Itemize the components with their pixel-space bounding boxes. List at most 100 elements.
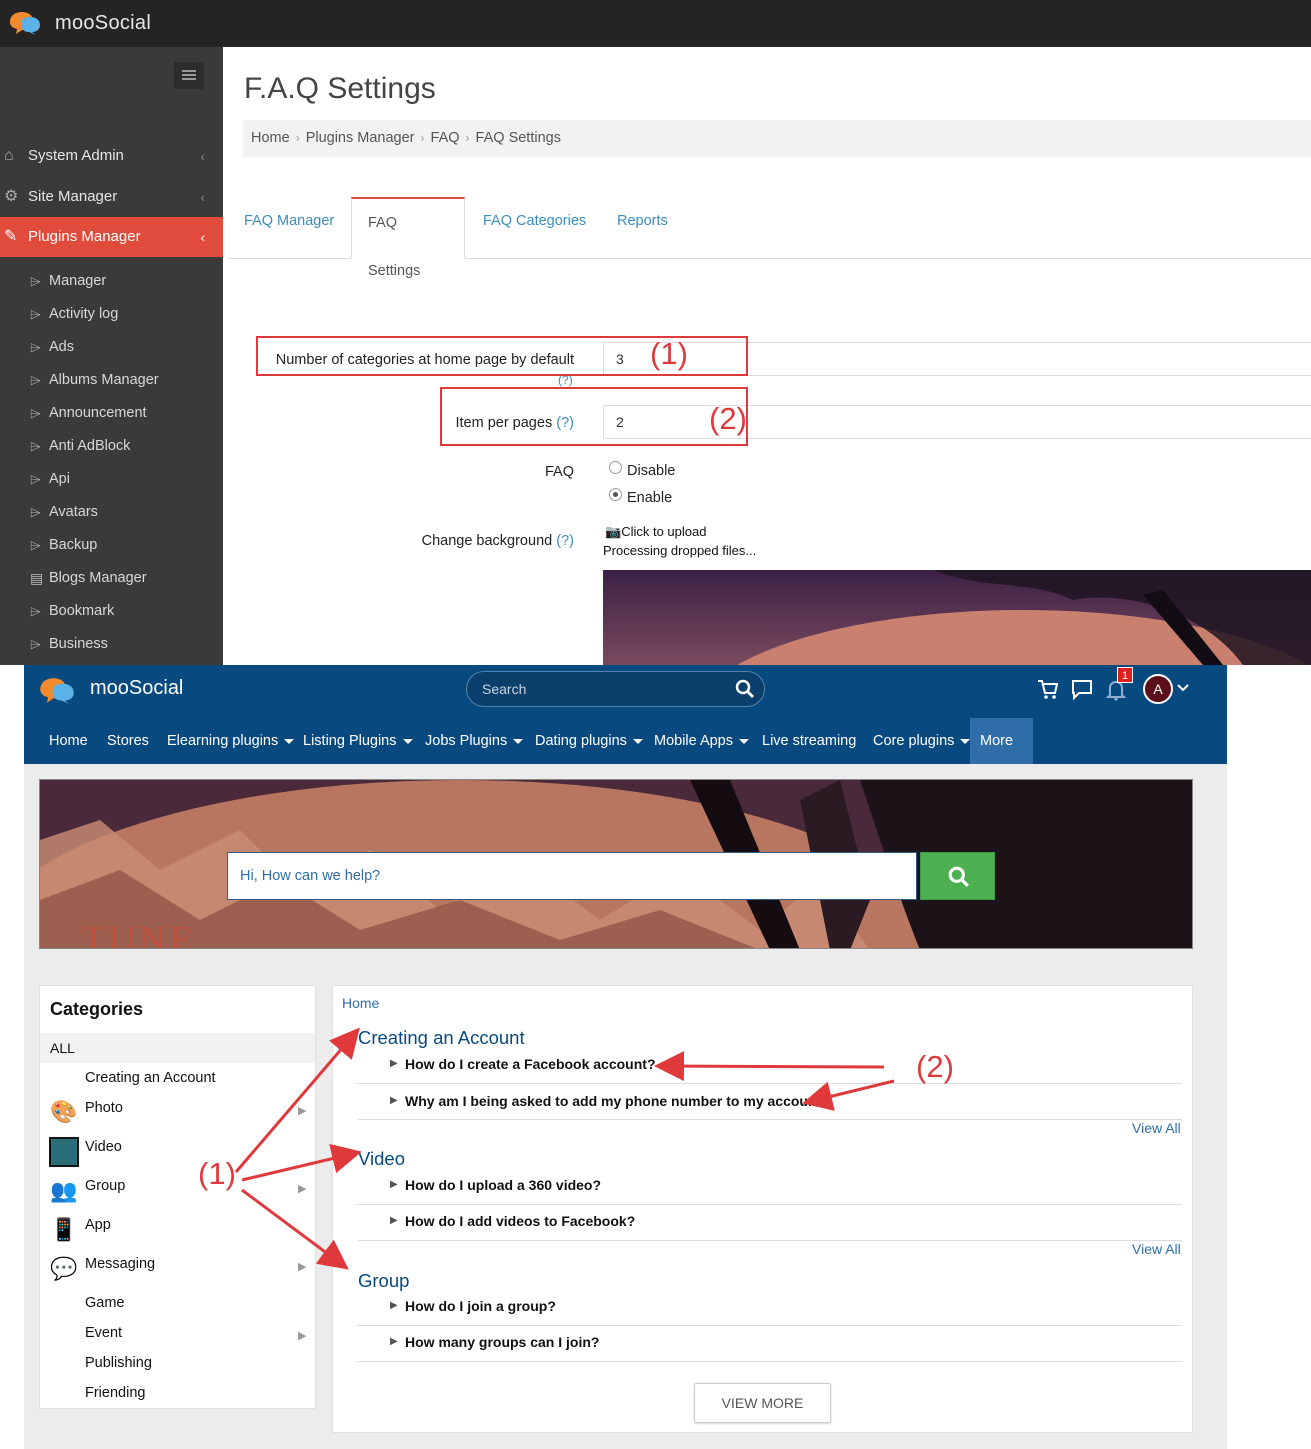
nav-jobs-plugins[interactable]: Jobs Plugins [425,718,524,764]
sidebar-sub-announcement[interactable]: ⌲ Announcement [0,397,223,430]
tab-reports[interactable]: Reports [601,197,684,259]
sidebar-sub-api[interactable]: ⌲ Api [0,463,223,496]
search-icon[interactable] [735,679,755,699]
nav-label: Elearning plugins [167,733,279,749]
view-all-link[interactable]: View All [1132,1241,1181,1257]
faq-question[interactable]: How do I upload a 360 video? [405,1177,601,1193]
nav-more[interactable]: More [970,718,1033,790]
nav-core-plugins[interactable]: Core plugins [873,718,971,764]
moosocial-logo-icon[interactable] [38,676,76,705]
breadcrumb-plugins-manager[interactable]: Plugins Manager [306,130,415,146]
category-friending[interactable]: Friending [85,1385,145,1401]
chevron-right-icon[interactable]: ▶ [298,1104,306,1117]
tab-faq-settings[interactable]: FAQ Settings [351,197,465,279]
radio-disable-label[interactable]: Disable [627,463,675,479]
faq-section-title[interactable]: Group [358,1270,409,1292]
messages-icon[interactable] [1071,679,1093,700]
nav-label: Dating plugins [535,733,627,749]
chevron-down-icon[interactable] [1177,684,1189,693]
help-search-input[interactable]: Hi, How can we help? [227,852,917,900]
cart-icon[interactable] [1037,678,1059,700]
breadcrumb-faq[interactable]: FAQ [431,130,460,146]
help-text: ? [561,533,570,549]
caret-down-icon [513,738,524,744]
sidebar-sub-blogs-manager[interactable]: ▤ Blogs Manager [0,562,223,595]
caret-right-icon: ▶ [390,1179,398,1190]
nav-listing-plugins[interactable]: Listing Plugins [303,718,413,764]
chevron-right-icon[interactable]: ▶ [298,1260,306,1273]
caret-down-icon [402,738,413,744]
faq-question[interactable]: How do I join a group? [405,1298,556,1314]
caret-down-icon [960,738,971,744]
nav-mobile-apps[interactable]: Mobile Apps [654,718,749,764]
faq-question[interactable]: How do I create a Facebook account? [405,1056,656,1072]
faq-question[interactable]: Why am I being asked to add my phone num… [405,1093,830,1109]
moosocial-logo-icon[interactable] [8,10,42,36]
caret-right-icon: ▶ [390,1336,398,1347]
category-game[interactable]: Game [85,1295,125,1311]
sidebar-sub-business[interactable]: ⌲ Business [0,628,223,661]
help-search-button[interactable] [920,852,995,900]
search-placeholder: Search [482,681,527,697]
messaging-category-icon: 💬 [50,1256,78,1281]
site-search-input[interactable]: Search [466,671,765,707]
faq-panel [332,985,1193,1433]
nav-dating-plugins[interactable]: Dating plugins [535,718,643,764]
sidebar-item-label: System Admin [28,147,124,164]
change-background-label: Change background (?) [400,533,574,549]
sidebar-sub-anti-adblock[interactable]: ⌲ Anti AdBlock [0,430,223,463]
app-category-icon: 📱 [50,1217,78,1242]
category-all[interactable]: ALL [40,1033,315,1063]
category-event[interactable]: Event [85,1325,122,1341]
nav-live-streaming[interactable]: Live streaming [762,718,856,764]
chevron-right-icon[interactable]: ▶ [298,1329,306,1342]
sidebar-item-system-admin[interactable]: ⌂ System Admin ‹ [0,136,223,176]
category-photo[interactable]: Photo [85,1100,123,1116]
sidebar-toggle-button[interactable] [174,62,204,89]
category-messaging[interactable]: Messaging [85,1256,155,1272]
category-creating-account[interactable]: Creating an Account [85,1070,216,1086]
avatar[interactable]: A [1143,674,1173,704]
category-video[interactable]: Video [85,1139,122,1155]
view-all-link[interactable]: View All [1132,1120,1181,1136]
faq-question[interactable]: How do I add videos to Facebook? [405,1213,635,1229]
sidebar-sub-label: Anti AdBlock [49,438,131,454]
tab-faq-categories[interactable]: FAQ Categories [467,197,602,259]
nav-home[interactable]: Home [49,718,88,764]
category-publishing[interactable]: Publishing [85,1355,152,1371]
nav-stores[interactable]: Stores [107,718,149,764]
sidebar-sub-activity-log[interactable]: ⌲ Activity log [0,298,223,331]
radio-disable[interactable] [609,461,622,474]
faq-toggle-label: FAQ [544,464,574,480]
sidebar-sub-albums-manager[interactable]: ⌲ Albums Manager [0,364,223,397]
tab-faq-manager[interactable]: FAQ Manager [228,197,350,259]
faq-breadcrumb-home[interactable]: Home [342,995,379,1011]
background-preview-image [603,570,1311,665]
caret-right-icon: ▶ [390,1095,398,1106]
sidebar-sub-bookmark[interactable]: ⌲ Bookmark [0,595,223,628]
category-app[interactable]: App [85,1217,111,1233]
faq-question[interactable]: How many groups can I join? [405,1334,599,1350]
faq-section-title[interactable]: Creating an Account [358,1027,525,1049]
sidebar-item-site-manager[interactable]: ⚙ Site Manager ‹ [0,177,223,217]
breadcrumb-separator-icon: › [420,131,425,145]
nav-elearning-plugins[interactable]: Elearning plugins [167,718,295,764]
chevron-left-icon: ‹ [200,148,205,164]
category-group[interactable]: Group [85,1178,125,1194]
sidebar-sub-manager[interactable]: ⌲ Manager [0,265,223,298]
upload-button[interactable]: 📷Click to upload [605,524,706,540]
chevron-right-icon[interactable]: ▶ [298,1182,306,1195]
radio-enable-label[interactable]: Enable [627,490,672,506]
faq-section-title[interactable]: Video [358,1148,405,1170]
breadcrumb-separator-icon: › [465,131,470,145]
help-icon[interactable]: (?) [556,533,574,549]
admin-brand[interactable]: mooSocial [55,12,151,35]
breadcrumb-home[interactable]: Home [251,130,290,146]
sidebar-item-plugins-manager[interactable]: ✎ Plugins Manager ‹ [0,217,223,257]
radio-enable[interactable] [609,488,622,501]
sidebar-sub-ads[interactable]: ⌲ Ads [0,331,223,364]
site-brand[interactable]: mooSocial [90,677,183,700]
view-more-button[interactable]: VIEW MORE [694,1383,831,1423]
sidebar-sub-backup[interactable]: ⌲ Backup [0,529,223,562]
sidebar-sub-avatars[interactable]: ⌲ Avatars [0,496,223,529]
